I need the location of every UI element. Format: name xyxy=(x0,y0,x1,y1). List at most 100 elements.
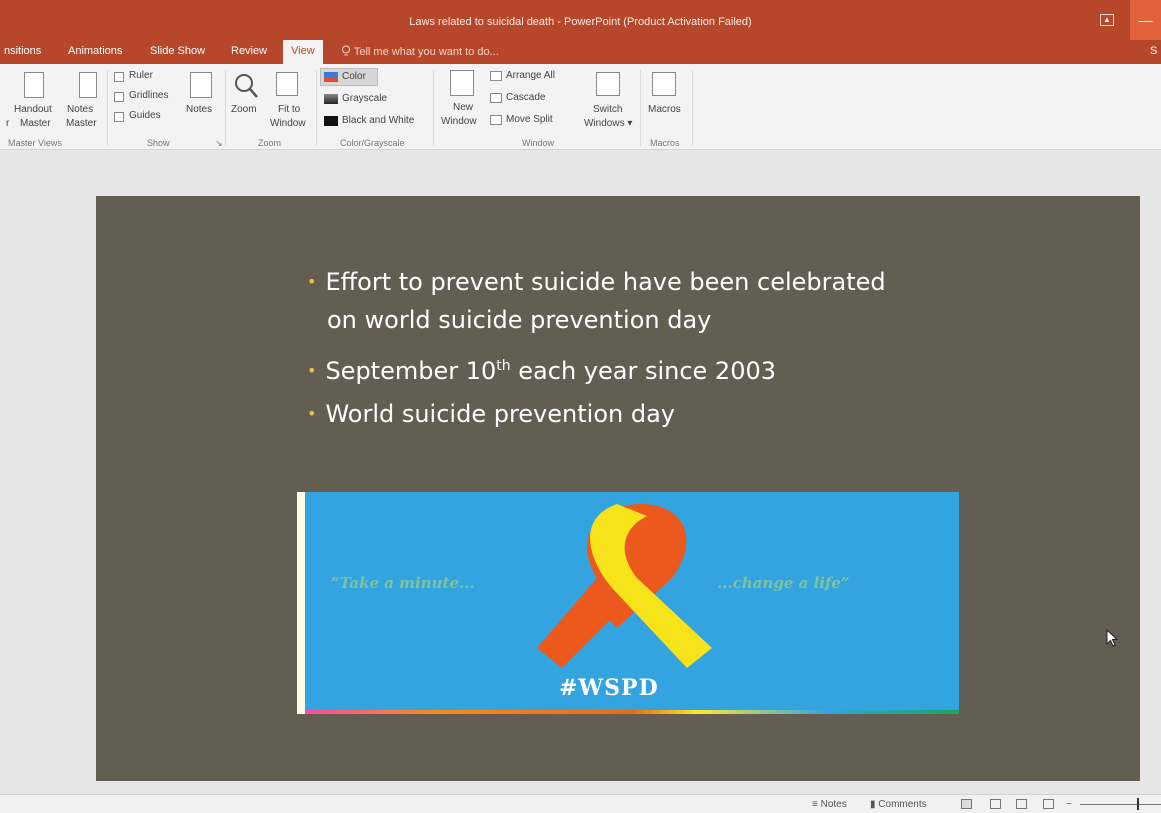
color-icon xyxy=(324,72,338,82)
slide-sorter-icon[interactable] xyxy=(990,799,1001,809)
show-dialog-launcher[interactable]: ↘ xyxy=(215,138,223,149)
macros-button[interactable]: Macros xyxy=(648,104,681,116)
bullet-1-continuation: on world suicide prevention day xyxy=(327,306,712,334)
zoom-slider-thumb[interactable] xyxy=(1137,798,1139,810)
ribbon-tabs: nsitions Animations Slide Show Review Vi… xyxy=(0,40,1161,64)
slide-canvas: • Effort to prevent suicide have been cel… xyxy=(0,151,1161,794)
new-window-button[interactable]: New xyxy=(453,102,473,114)
guides-label: Guides xyxy=(129,110,161,121)
banner-left-border xyxy=(297,492,305,714)
gridlines-label: Gridlines xyxy=(129,90,169,101)
tab-share[interactable]: S xyxy=(1150,45,1157,57)
gridlines-checkbox[interactable] xyxy=(114,92,124,102)
divider xyxy=(433,70,434,146)
ruler-label: Ruler xyxy=(129,70,153,81)
macros-group-label: Macros xyxy=(650,138,680,148)
wspd-banner-image[interactable]: “Take a minute... ...change a life” #WSP… xyxy=(297,492,959,714)
ribbon-display-options-button[interactable]: ▲ xyxy=(1100,14,1114,26)
bullet-3-text: World suicide prevention day xyxy=(325,400,675,428)
zoom-slider-track[interactable] xyxy=(1080,804,1161,805)
lightbulb-icon xyxy=(342,45,350,56)
ruler-checkbox[interactable] xyxy=(114,72,124,82)
minimize-icon: — xyxy=(1138,12,1153,28)
notes-button[interactable]: Notes xyxy=(186,104,212,116)
color-grayscale-group-label: Color/Grayscale xyxy=(340,138,405,148)
bullet-dot: • xyxy=(307,404,317,423)
bullet-2-superscript: th xyxy=(496,358,511,374)
handout-master-icon xyxy=(24,72,44,98)
handout-master-label: Master xyxy=(20,118,51,129)
bullet-2: • September 10th each year since 2003 xyxy=(307,349,776,388)
zoom-button[interactable]: Zoom xyxy=(231,104,257,116)
comments-toggle[interactable]: ▮ Comments xyxy=(870,799,927,810)
divider xyxy=(225,70,226,146)
cascade-icon xyxy=(490,93,502,103)
zoom-icon xyxy=(235,74,258,98)
grayscale-button[interactable]: Grayscale xyxy=(342,93,387,105)
show-group-label: Show xyxy=(147,138,170,148)
tell-me-search[interactable]: Tell me what you want to do... xyxy=(341,45,499,58)
banner-hashtag: #WSPD xyxy=(559,675,659,701)
master-prefix-label: r xyxy=(6,118,10,129)
black-and-white-button[interactable]: Black and White xyxy=(342,115,414,127)
divider xyxy=(316,70,317,146)
master-views-group-label: Master Views xyxy=(8,138,62,148)
fit-to-window-label: Window xyxy=(270,118,306,129)
tab-view[interactable]: View xyxy=(283,40,323,64)
banner-quote-right: ...change a life” xyxy=(717,574,850,592)
guides-checkbox[interactable] xyxy=(114,112,124,122)
move-split-icon xyxy=(490,115,502,125)
fit-to-window-button[interactable]: Fit to xyxy=(278,104,300,116)
switch-windows-icon xyxy=(596,72,620,96)
switch-windows-label: Windows ▾ xyxy=(584,118,633,129)
status-bar: ≡ Notes ▮ Comments − xyxy=(0,794,1161,813)
ribbon: Handout Notes r Master Master Master Vie… xyxy=(0,64,1161,150)
handout-master-button[interactable]: Handout xyxy=(14,104,52,116)
notes-master-button[interactable]: Notes xyxy=(67,104,93,116)
divider xyxy=(107,70,108,146)
color-button[interactable]: Color xyxy=(342,71,366,83)
zoom-out-button[interactable]: − xyxy=(1066,799,1072,810)
mouse-pointer-icon xyxy=(1106,629,1118,647)
move-split-button[interactable]: Move Split xyxy=(506,114,553,126)
bullet-dot: • xyxy=(307,361,317,380)
tab-transitions[interactable]: nsitions xyxy=(4,45,41,57)
black-and-white-icon xyxy=(324,116,338,126)
notes-master-icon xyxy=(79,72,97,98)
banner-color-strip xyxy=(305,710,959,714)
slide[interactable]: • Effort to prevent suicide have been cel… xyxy=(96,196,1140,781)
notes-toggle[interactable]: ≡ Notes xyxy=(812,799,847,810)
normal-view-icon[interactable] xyxy=(961,799,972,809)
switch-windows-button[interactable]: Switch xyxy=(593,104,622,116)
awareness-ribbon-icon xyxy=(537,504,712,668)
divider xyxy=(692,70,693,146)
macros-icon xyxy=(652,72,676,96)
divider xyxy=(640,70,641,146)
bullet-3: • World suicide prevention day xyxy=(307,397,675,431)
bullet-dot: • xyxy=(307,272,317,291)
new-window-label: Window xyxy=(441,116,477,127)
bullet-2-text-pre: September 10 xyxy=(325,357,497,385)
bullet-2-text-post: each year since 2003 xyxy=(510,357,776,385)
tab-animations[interactable]: Animations xyxy=(68,45,122,57)
minimize-button[interactable]: — xyxy=(1130,0,1161,40)
comment-icon: ▮ xyxy=(870,799,876,810)
zoom-group-label: Zoom xyxy=(258,138,282,148)
banner-quote-left: “Take a minute... xyxy=(331,574,475,592)
arrange-all-button[interactable]: Arrange All xyxy=(506,70,555,82)
notes-master-label: Master xyxy=(66,118,97,129)
title-bar: Laws related to suicidal death - PowerPo… xyxy=(0,0,1161,40)
slide-show-icon[interactable] xyxy=(1043,799,1054,809)
tell-me-text: Tell me what you want to do... xyxy=(353,46,499,58)
restore-icon: ▲ xyxy=(1103,15,1111,24)
cascade-button[interactable]: Cascade xyxy=(506,92,545,104)
bullet-1: • Effort to prevent suicide have been cel… xyxy=(307,265,886,299)
notes-icon xyxy=(190,72,212,98)
bullet-1-text: Effort to prevent suicide have been cele… xyxy=(325,268,886,296)
fit-to-window-icon xyxy=(276,72,298,96)
reading-view-icon[interactable] xyxy=(1016,799,1027,809)
tab-review[interactable]: Review xyxy=(231,45,267,57)
grayscale-icon xyxy=(324,94,338,104)
tab-slide-show[interactable]: Slide Show xyxy=(150,45,205,57)
window-title: Laws related to suicidal death - PowerPo… xyxy=(409,16,752,28)
